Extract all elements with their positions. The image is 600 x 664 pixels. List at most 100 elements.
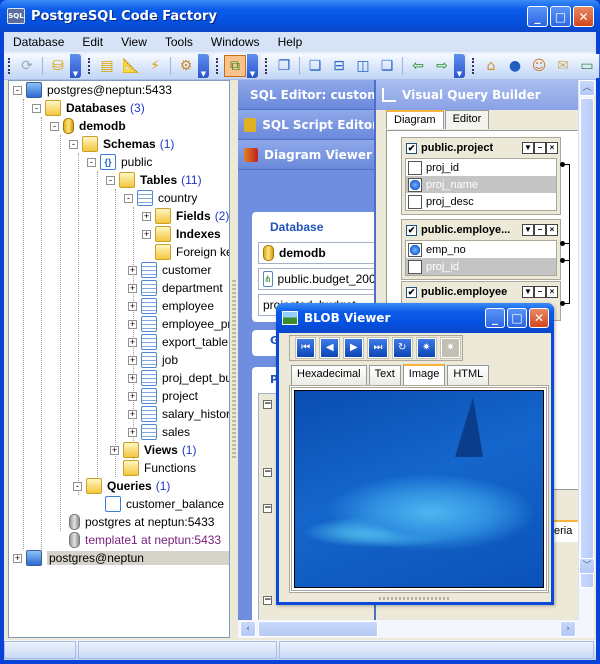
minimize-icon[interactable]: − bbox=[534, 286, 546, 298]
toolbar-dropdown[interactable]: ▼ bbox=[454, 53, 465, 78]
table-checkbox[interactable]: ✔ bbox=[406, 224, 417, 236]
menu-windows[interactable]: Windows bbox=[202, 35, 269, 49]
prev-icon[interactable]: ◀ bbox=[320, 338, 340, 358]
field-row[interactable]: emp_no bbox=[406, 241, 556, 258]
tree-node-public[interactable]: - {} public bbox=[87, 153, 152, 171]
tree-node-fields[interactable]: + Fields (2) bbox=[142, 207, 229, 225]
panel-splitter[interactable] bbox=[230, 80, 238, 638]
collapse-toggle[interactable]: - bbox=[69, 139, 78, 149]
tile-vertical-icon[interactable]: ◫ bbox=[352, 55, 374, 77]
scroll-thumb[interactable] bbox=[258, 621, 378, 637]
maximize-button[interactable]: □ bbox=[507, 308, 527, 328]
tab-diagram[interactable]: Diagram bbox=[386, 110, 444, 129]
toolbar-grip[interactable] bbox=[8, 57, 11, 74]
script-editor-icon[interactable]: ⚡ bbox=[144, 55, 166, 77]
field-row[interactable]: proj_name bbox=[406, 176, 556, 193]
expand-toggle[interactable]: + bbox=[13, 553, 22, 563]
horizontal-scrollbar[interactable]: ‹ › bbox=[238, 620, 594, 638]
expand-toggle[interactable]: + bbox=[128, 337, 137, 347]
tree-node-table[interactable]: + export_table bbox=[128, 333, 228, 351]
menu-database[interactable]: Database bbox=[4, 35, 73, 49]
tree-node-functions[interactable]: Functions bbox=[123, 459, 196, 477]
minimize-button[interactable]: _ bbox=[485, 308, 505, 328]
sql-editor-icon[interactable]: ▤ bbox=[96, 55, 118, 77]
menu-help[interactable]: Help bbox=[269, 35, 312, 49]
cascade-icon[interactable]: ❏ bbox=[304, 55, 326, 77]
collapse-toggle[interactable]: - bbox=[106, 175, 115, 185]
close-icon[interactable]: × bbox=[546, 286, 558, 298]
forward-icon[interactable]: ⇨ bbox=[431, 55, 453, 77]
scroll-right-button[interactable]: › bbox=[560, 621, 576, 637]
tree-node-database[interactable]: template1 at neptun:5433 bbox=[69, 531, 221, 549]
refresh-icon[interactable]: ⟳ bbox=[16, 55, 38, 77]
mail-icon[interactable]: ✉ bbox=[552, 55, 574, 77]
tree-node-tables[interactable]: - Tables (11) bbox=[106, 171, 202, 189]
collapse-toggle[interactable]: - bbox=[50, 121, 59, 131]
diagram-field[interactable]: ⋔ public.budget_2004 bbox=[258, 268, 382, 290]
tab-image[interactable]: Image bbox=[402, 364, 446, 385]
query-builder-icon[interactable]: 📐 bbox=[120, 55, 142, 77]
expand-toggle[interactable]: + bbox=[128, 301, 137, 311]
first-icon[interactable]: ⏮ bbox=[296, 338, 316, 358]
tree-node-table[interactable]: + employee_project bbox=[128, 315, 229, 333]
join-line[interactable] bbox=[569, 164, 570, 304]
collapse-toggle[interactable]: - bbox=[124, 193, 133, 203]
toolbar-grip[interactable] bbox=[472, 57, 475, 74]
field-row[interactable]: proj_id bbox=[406, 159, 556, 176]
dropdown-icon[interactable]: ▼ bbox=[522, 142, 534, 154]
scroll-down-button[interactable]: ﹀ bbox=[579, 558, 595, 574]
tree-node-table[interactable]: + project bbox=[128, 387, 198, 405]
minimize-icon[interactable]: − bbox=[534, 142, 546, 154]
tree-node-table[interactable]: + job bbox=[128, 351, 178, 369]
maximize-button[interactable]: □ bbox=[550, 6, 571, 27]
collapse-toggle[interactable]: − bbox=[263, 468, 272, 477]
tree-node-indexes[interactable]: + Indexes bbox=[142, 225, 221, 243]
tree-node-table[interactable]: + department bbox=[128, 279, 223, 297]
expand-toggle[interactable]: + bbox=[128, 319, 137, 329]
tree-node-table[interactable]: + proj_dept_budget bbox=[128, 369, 229, 387]
vertical-scrollbar[interactable]: ︿ ﹀ bbox=[578, 80, 595, 620]
close-button[interactable]: ✕ bbox=[573, 6, 594, 27]
tree-node-foreign-keys[interactable]: Foreign keys bbox=[155, 243, 229, 261]
expand-toggle[interactable]: + bbox=[142, 211, 151, 221]
tree-node-views[interactable]: + Views (1) bbox=[110, 441, 196, 459]
menu-view[interactable]: View bbox=[112, 35, 156, 49]
query-table-project[interactable]: ✔ public.project ▼ − × proj_id proj_name pr… bbox=[401, 137, 561, 215]
collapse-toggle[interactable]: - bbox=[13, 85, 22, 95]
resize-grip[interactable] bbox=[379, 597, 449, 600]
dropdown-icon[interactable]: ▼ bbox=[522, 224, 534, 236]
tab-sql-script-editor[interactable]: SQL Script Editor bbox=[238, 110, 378, 140]
database-field[interactable]: demodb bbox=[258, 242, 382, 264]
collapse-toggle[interactable]: - bbox=[32, 103, 41, 113]
toolbar-grip[interactable] bbox=[216, 57, 219, 74]
tree-node-demodb[interactable]: - demodb bbox=[50, 117, 126, 135]
minimize-icon[interactable]: − bbox=[534, 224, 546, 236]
expand-toggle[interactable]: + bbox=[142, 229, 151, 239]
expand-toggle[interactable]: + bbox=[128, 391, 137, 401]
tree-node-table[interactable]: + employee bbox=[128, 297, 214, 315]
expand-toggle[interactable]: + bbox=[128, 265, 137, 275]
scroll-left-button[interactable]: ‹ bbox=[240, 621, 256, 637]
tree-node-queries[interactable]: - Queries (1) bbox=[73, 477, 170, 495]
register-icon[interactable]: ▭ bbox=[576, 55, 598, 77]
add-database-icon[interactable]: ⛁ bbox=[47, 55, 69, 77]
expand-toggle[interactable]: + bbox=[128, 409, 137, 419]
tree-node-databases[interactable]: - Databases (3) bbox=[32, 99, 145, 117]
field-checkbox[interactable] bbox=[408, 160, 422, 175]
tree-node-query[interactable]: customer_balance bbox=[105, 495, 224, 513]
query-table-employee-project[interactable]: ✔ public.employe... ▼ − × emp_no proj_id bbox=[401, 219, 561, 280]
toolbar-grip[interactable] bbox=[265, 57, 268, 74]
toolbar-dropdown[interactable]: ▼ bbox=[70, 53, 81, 78]
next-icon[interactable]: ▶ bbox=[344, 338, 364, 358]
field-row[interactable]: proj_id bbox=[406, 258, 556, 275]
tab-diagram-viewer[interactable]: Diagram Viewer bbox=[238, 140, 378, 170]
key-icon[interactable] bbox=[408, 177, 422, 192]
tab-text[interactable]: Text bbox=[368, 365, 401, 385]
menu-edit[interactable]: Edit bbox=[73, 35, 112, 49]
close-button[interactable]: ✕ bbox=[529, 308, 549, 328]
close-icon[interactable]: × bbox=[546, 142, 558, 154]
tab-sql-editor[interactable]: SQL Editor: customer_balance bbox=[238, 80, 378, 110]
toolbar-dropdown[interactable]: ▼ bbox=[247, 53, 258, 78]
toolbar-grip[interactable] bbox=[88, 57, 91, 74]
collapse-toggle[interactable]: − bbox=[263, 400, 272, 409]
